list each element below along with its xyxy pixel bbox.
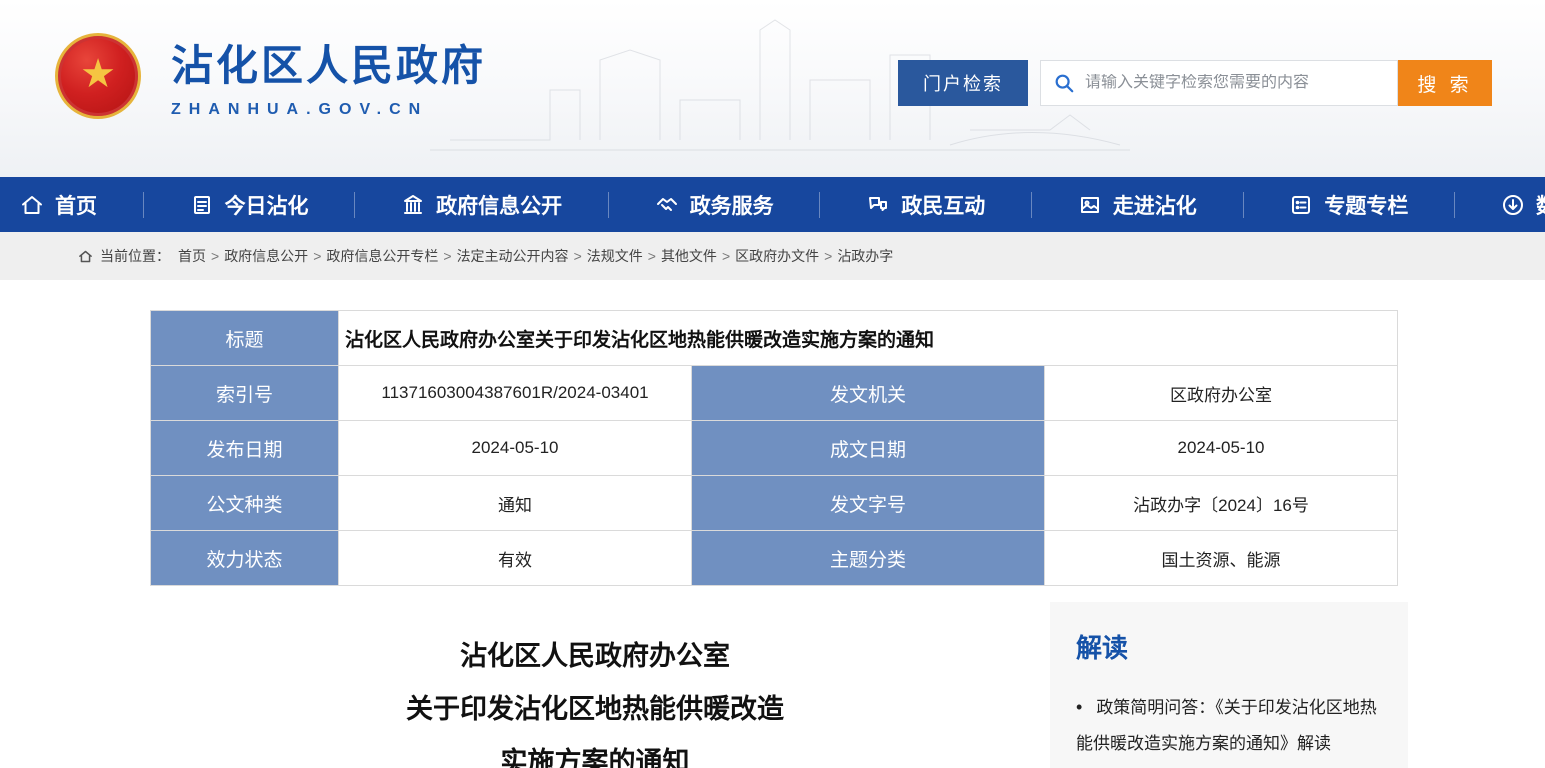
article-title-line: 关于印发沾化区地热能供暖改造 [140, 683, 1050, 736]
site-brand[interactable]: ★ 沾化区人民政府 ZHANHUA.GOV.CN [55, 32, 486, 119]
search-input[interactable] [1085, 74, 1385, 92]
breadcrumb-prefix: 当前位置： [100, 246, 170, 266]
interaction-chat-icon [866, 193, 890, 217]
search-box [1040, 60, 1398, 106]
search-area: 门户检索 搜 索 [898, 60, 1492, 106]
service-handshake-icon [655, 193, 679, 217]
news-icon [190, 193, 214, 217]
table-row: 公文种类 通知 发文字号 沾政办字〔2024〕16号 [151, 476, 1398, 531]
breadcrumb-item[interactable]: 区政府办文件 [735, 246, 819, 266]
breadcrumb-item[interactable]: 政府信息公开专栏 [326, 246, 438, 266]
nav-item-label: 今日沾化 [225, 190, 309, 220]
interpretation-link[interactable]: 政策简明问答：《关于印发沾化区地热能供暖改造实施方案的通知》解读 [1076, 689, 1382, 762]
nav-separator [1454, 192, 1455, 218]
breadcrumb-separator: > [211, 248, 219, 264]
meta-label-title: 标题 [151, 311, 339, 366]
meta-label-subject-category: 主题分类 [692, 531, 1045, 586]
interpretation-list: 政策简明问答：《关于印发沾化区地热能供暖改造实施方案的通知》解读 [1076, 689, 1382, 762]
brand-text: 沾化区人民政府 ZHANHUA.GOV.CN [171, 32, 486, 119]
breadcrumb: 当前位置： 首页 > 政府信息公开 > 政府信息公开专栏 > 法定主动公开内容 > 法规… [0, 232, 1545, 280]
nav-item-label: 政府信息公开 [436, 190, 562, 220]
nav-item-label: 专题专栏 [1324, 190, 1408, 220]
breadcrumb-separator: > [824, 248, 832, 264]
page: ★ 沾化区人民政府 ZHANHUA.GOV.CN 门户检索 搜 索 [0, 0, 1545, 768]
meta-value-document-number: 沾政办字〔2024〕16号 [1045, 476, 1398, 531]
meta-label-written-date: 成文日期 [692, 421, 1045, 476]
nav-item-visit[interactable]: 走进沾化 [1078, 190, 1197, 220]
breadcrumb-separator: > [574, 248, 582, 264]
breadcrumb-item[interactable]: 政府信息公开 [224, 246, 308, 266]
breadcrumb-separator: > [722, 248, 730, 264]
breadcrumb-item[interactable]: 其他文件 [661, 246, 717, 266]
visit-photo-icon [1078, 193, 1102, 217]
nav-item-home[interactable]: 首页 [20, 190, 97, 220]
main-nav: 首页 今日沾化 政府信息公开 政务服务 [0, 177, 1545, 232]
data-download-icon [1501, 193, 1525, 217]
site-domain: ZHANHUA.GOV.CN [171, 101, 486, 119]
meta-value-title: 沾化区人民政府办公室关于印发沾化区地热能供暖改造实施方案的通知 [339, 311, 1398, 366]
table-row: 索引号 11371603004387601R/2024-03401 发文机关 区… [151, 366, 1398, 421]
home-icon [20, 193, 44, 217]
meta-value-document-type: 通知 [339, 476, 692, 531]
nav-inner: 首页 今日沾化 政府信息公开 政务服务 [0, 177, 1545, 232]
nav-item-topics[interactable]: 专题专栏 [1289, 190, 1408, 220]
breadcrumb-item[interactable]: 首页 [178, 246, 206, 266]
nav-separator [143, 192, 144, 218]
meta-value-publish-date: 2024-05-10 [339, 421, 692, 476]
meta-label-document-type: 公文种类 [151, 476, 339, 531]
breadcrumb-separator: > [648, 248, 656, 264]
nav-item-label: 走进沾化 [1113, 190, 1197, 220]
site-name: 沾化区人民政府 [171, 32, 486, 93]
site-header: ★ 沾化区人民政府 ZHANHUA.GOV.CN 门户检索 搜 索 [0, 0, 1545, 177]
nav-item-label: 政民互动 [901, 190, 985, 220]
breadcrumb-item-current[interactable]: 沾政办字 [837, 246, 893, 266]
breadcrumb-separator: > [443, 248, 451, 264]
national-emblem-logo: ★ [55, 33, 141, 119]
meta-label-validity-status: 效力状态 [151, 531, 339, 586]
breadcrumb-item[interactable]: 法规文件 [587, 246, 643, 266]
article-title-line: 实施方案的通知 [140, 736, 1050, 768]
nav-item-label: 首页 [55, 190, 97, 220]
article-title-line: 沾化区人民政府办公室 [140, 630, 1050, 683]
nav-separator [819, 192, 820, 218]
search-icon [1053, 72, 1075, 94]
lower-section: 沾化区人民政府办公室 关于印发沾化区地热能供暖改造 实施方案的通知 解读 政策简… [0, 602, 1545, 768]
breadcrumb-item[interactable]: 法定主动公开内容 [457, 246, 569, 266]
meta-value-index-number: 11371603004387601R/2024-03401 [339, 366, 692, 421]
breadcrumb-home-icon [78, 249, 93, 264]
interpretation-panel: 解读 政策简明问答：《关于印发沾化区地热能供暖改造实施方案的通知》解读 [1050, 602, 1408, 768]
nav-separator [354, 192, 355, 218]
nav-separator [608, 192, 609, 218]
gov-building-icon [401, 193, 425, 217]
nav-item-today[interactable]: 今日沾化 [190, 190, 309, 220]
interpretation-panel-title: 解读 [1076, 628, 1382, 665]
meta-label-publish-date: 发布日期 [151, 421, 339, 476]
nav-item-open-data[interactable]: 数据开放 [1501, 190, 1545, 220]
table-row: 发布日期 2024-05-10 成文日期 2024-05-10 [151, 421, 1398, 476]
nav-separator [1243, 192, 1244, 218]
meta-label-index-number: 索引号 [151, 366, 339, 421]
article-title: 沾化区人民政府办公室 关于印发沾化区地热能供暖改造 实施方案的通知 [140, 602, 1050, 768]
table-row: 标题 沾化区人民政府办公室关于印发沾化区地热能供暖改造实施方案的通知 [151, 311, 1398, 366]
meta-value-written-date: 2024-05-10 [1045, 421, 1398, 476]
meta-label-document-number: 发文字号 [692, 476, 1045, 531]
document-meta-table: 标题 沾化区人民政府办公室关于印发沾化区地热能供暖改造实施方案的通知 索引号 1… [150, 310, 1398, 586]
meta-value-validity-status: 有效 [339, 531, 692, 586]
meta-value-issuing-agency: 区政府办公室 [1045, 366, 1398, 421]
main-content: 标题 沾化区人民政府办公室关于印发沾化区地热能供暖改造实施方案的通知 索引号 1… [0, 280, 1545, 768]
nav-item-label: 数据开放 [1536, 190, 1545, 220]
meta-label-issuing-agency: 发文机关 [692, 366, 1045, 421]
nav-item-label: 政务服务 [690, 190, 774, 220]
emblem-star: ★ [80, 54, 116, 94]
nav-item-interaction[interactable]: 政民互动 [866, 190, 985, 220]
nav-item-gov-info[interactable]: 政府信息公开 [401, 190, 562, 220]
nav-separator [1031, 192, 1032, 218]
portal-search-button[interactable]: 门户检索 [898, 60, 1028, 106]
meta-value-subject-category: 国土资源、能源 [1045, 531, 1398, 586]
topics-list-icon [1289, 193, 1313, 217]
table-row: 效力状态 有效 主题分类 国土资源、能源 [151, 531, 1398, 586]
breadcrumb-separator: > [313, 248, 321, 264]
search-submit-button[interactable]: 搜 索 [1398, 60, 1492, 106]
nav-item-services[interactable]: 政务服务 [655, 190, 774, 220]
